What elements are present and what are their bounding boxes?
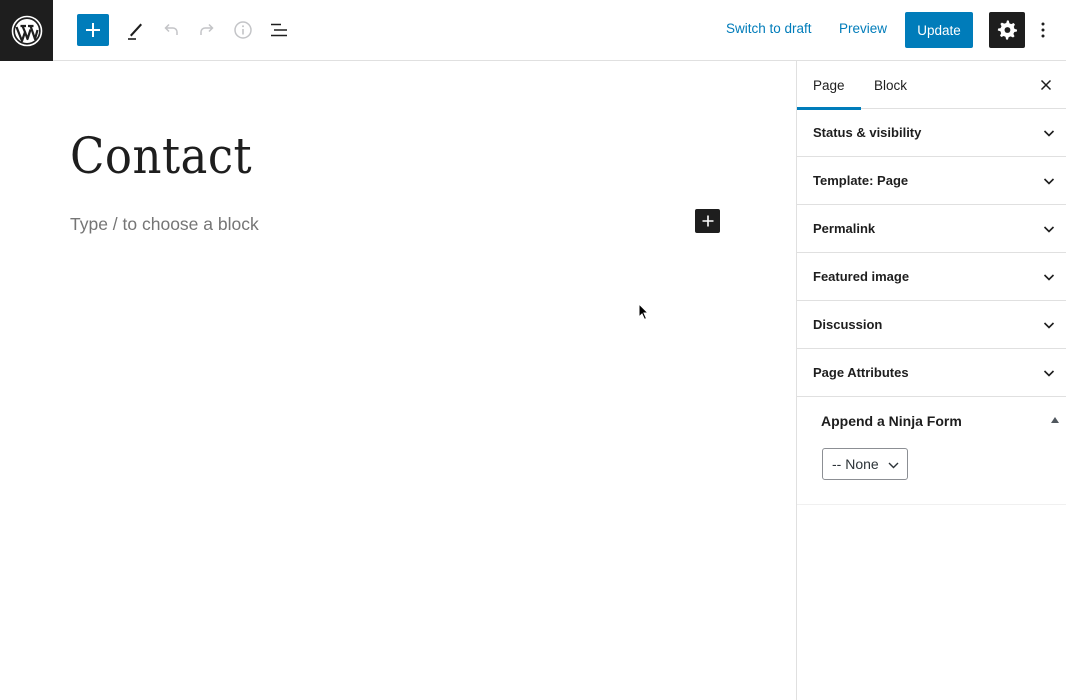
chevron-down-icon	[1043, 321, 1055, 329]
details-button[interactable]	[227, 14, 259, 46]
panel-label: Discussion	[813, 317, 883, 332]
chevron-down-icon	[1043, 273, 1055, 281]
ninja-form-title: Append a Ninja Form	[821, 413, 962, 429]
chevron-down-icon	[888, 462, 899, 469]
close-sidebar-button[interactable]	[1034, 73, 1058, 97]
editor-header: Switch to draft Preview Update	[0, 0, 1066, 61]
panel-label: Template: Page	[813, 173, 909, 188]
settings-button[interactable]	[989, 12, 1025, 48]
tab-block[interactable]: Block	[858, 61, 923, 109]
panel-featured-image[interactable]: Featured image	[797, 253, 1066, 301]
chevron-down-icon	[1043, 225, 1055, 233]
ninja-form-select[interactable]: -- None	[822, 448, 908, 480]
add-block-button[interactable]	[77, 14, 109, 46]
block-placeholder[interactable]: Type / to choose a block	[70, 214, 259, 235]
wordpress-icon	[11, 15, 42, 46]
mouse-cursor-icon	[638, 303, 650, 321]
chevron-down-icon	[1043, 129, 1055, 137]
preview-button[interactable]: Preview	[839, 21, 887, 36]
list-view-button[interactable]	[263, 14, 295, 46]
plus-icon	[702, 215, 713, 227]
close-icon	[1040, 79, 1052, 91]
settings-sidebar: Page Block Status & visibility Template:…	[796, 61, 1066, 700]
tab-page[interactable]: Page	[797, 61, 861, 110]
more-vertical-icon	[1041, 22, 1045, 38]
ninja-form-metabox: Append a Ninja Form -- None	[797, 397, 1066, 505]
plus-icon	[86, 23, 100, 37]
panel-discussion[interactable]: Discussion	[797, 301, 1066, 349]
panel-label: Status & visibility	[813, 125, 922, 140]
list-view-icon	[271, 23, 287, 37]
panel-label: Permalink	[813, 221, 876, 236]
panel-status-visibility[interactable]: Status & visibility	[797, 109, 1066, 157]
pencil-icon	[128, 23, 142, 40]
chevron-down-icon	[1043, 369, 1055, 377]
undo-icon	[164, 23, 178, 35]
ninja-form-select-value: -- None	[832, 456, 879, 472]
more-options-button[interactable]	[1032, 14, 1054, 46]
gear-icon	[997, 20, 1018, 40]
switch-to-draft-button[interactable]: Switch to draft	[726, 21, 812, 36]
info-icon	[234, 21, 252, 39]
undo-button[interactable]	[155, 14, 187, 46]
redo-button[interactable]	[191, 14, 223, 46]
inline-add-block-button[interactable]	[695, 209, 720, 233]
tools-button[interactable]	[119, 14, 151, 46]
triangle-up-icon[interactable]	[1050, 415, 1060, 425]
panel-label: Page Attributes	[813, 365, 909, 380]
redo-icon	[200, 23, 214, 35]
page-title[interactable]: Contact	[70, 127, 252, 185]
panel-label: Featured image	[813, 269, 910, 284]
editor-canvas: Contact Type / to choose a block	[0, 61, 796, 700]
update-button[interactable]: Update	[905, 12, 973, 48]
panel-page-attributes[interactable]: Page Attributes	[797, 349, 1066, 397]
panel-template[interactable]: Template: Page	[797, 157, 1066, 205]
sidebar-tabs: Page Block	[797, 61, 1066, 110]
chevron-down-icon	[1043, 177, 1055, 185]
wordpress-logo-button[interactable]	[0, 0, 53, 61]
panel-permalink[interactable]: Permalink	[797, 205, 1066, 253]
